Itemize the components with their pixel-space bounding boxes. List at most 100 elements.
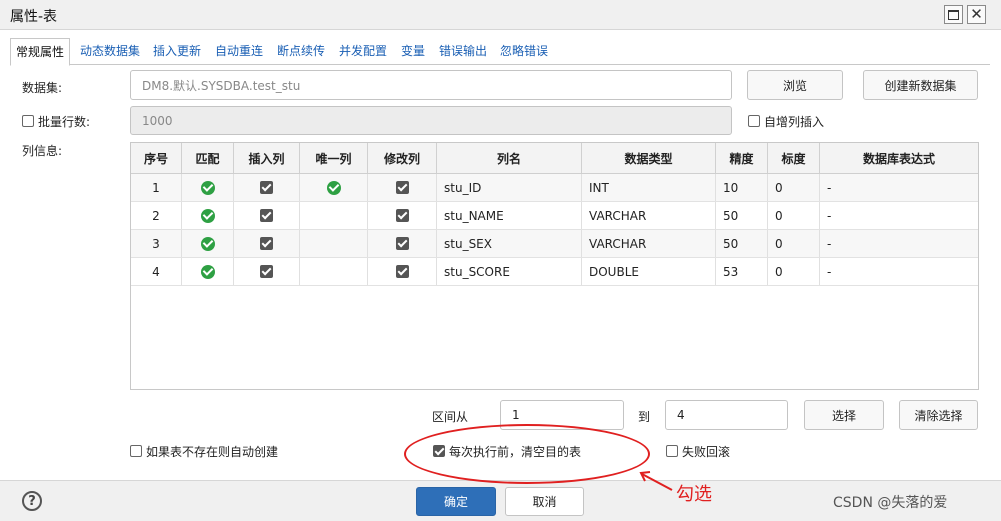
insert-cell[interactable] xyxy=(234,202,300,229)
modify-checkbox[interactable] xyxy=(395,237,409,250)
tab-ignore-errors[interactable]: 忽略错误 xyxy=(500,38,548,65)
highlight-ellipse xyxy=(404,424,650,484)
insert-checkbox[interactable] xyxy=(260,209,273,222)
create-dataset-button[interactable]: 创建新数据集 xyxy=(863,70,978,100)
browse-button[interactable]: 浏览 xyxy=(747,70,843,100)
select-button[interactable]: 选择 xyxy=(804,400,884,430)
header-scale[interactable]: 标度 xyxy=(768,143,820,173)
expression-cell[interactable]: - xyxy=(820,230,978,257)
range-from-label: 区间从 xyxy=(432,410,469,424)
modify-cell[interactable] xyxy=(368,202,437,229)
unique-cell[interactable] xyxy=(300,258,368,285)
window-title: 属性-表 xyxy=(10,9,58,25)
annotation-arrow-icon xyxy=(639,471,673,491)
tab-general[interactable]: 常规属性 xyxy=(10,38,71,66)
batch-rows-field[interactable]: 1000 xyxy=(130,106,732,135)
column-name-cell: stu_NAME xyxy=(437,202,582,229)
column-name-cell: stu_ID xyxy=(437,174,582,201)
unique-cell[interactable] xyxy=(300,202,368,229)
table-row[interactable]: 3 stu_SEX VARCHAR 50 0 - xyxy=(131,230,978,258)
precision-cell: 50 xyxy=(716,230,768,257)
auto-create-label: 如果表不存在则自动创建 xyxy=(146,445,279,459)
expression-cell[interactable]: - xyxy=(820,258,978,285)
autoinc-insert-checkbox[interactable] xyxy=(748,115,760,127)
header-index[interactable]: 序号 xyxy=(131,143,182,173)
table-row[interactable]: 2 stu_NAME VARCHAR 50 0 - xyxy=(131,202,978,230)
modify-checkbox[interactable] xyxy=(395,265,409,278)
tab-variables[interactable]: 变量 xyxy=(401,38,425,65)
help-icon[interactable]: ? xyxy=(22,491,42,511)
green-check-icon xyxy=(200,180,215,195)
modify-checkbox[interactable] xyxy=(395,209,409,222)
insert-checkbox[interactable] xyxy=(260,181,273,194)
batch-rows-label: 批量行数: xyxy=(38,115,91,129)
data-type-cell: VARCHAR xyxy=(582,202,716,229)
maximize-icon xyxy=(948,9,959,20)
header-match[interactable]: 匹配 xyxy=(182,143,234,173)
data-type-cell: INT xyxy=(582,174,716,201)
insert-cell[interactable] xyxy=(234,230,300,257)
modify-checkbox[interactable] xyxy=(395,181,409,194)
match-cell xyxy=(182,174,234,201)
data-type-cell: VARCHAR xyxy=(582,230,716,257)
ok-button[interactable]: 确定 xyxy=(416,487,496,516)
tab-auto-reconnect[interactable]: 自动重连 xyxy=(215,38,263,65)
unique-cell[interactable] xyxy=(300,174,368,201)
green-check-icon xyxy=(326,180,341,195)
row-index: 4 xyxy=(131,258,182,285)
cancel-button[interactable]: 取消 xyxy=(505,487,584,516)
scale-cell: 0 xyxy=(768,258,820,285)
dataset-field[interactable]: DM8.默认.SYSDBA.test_stu xyxy=(130,70,732,100)
range-to-field[interactable]: 4 xyxy=(665,400,788,430)
header-column-name[interactable]: 列名 xyxy=(437,143,582,173)
insert-checkbox[interactable] xyxy=(260,265,273,278)
row-index: 3 xyxy=(131,230,182,257)
header-precision[interactable]: 精度 xyxy=(716,143,768,173)
tab-insert-update[interactable]: 插入更新 xyxy=(153,38,201,65)
clear-selection-button[interactable]: 清除选择 xyxy=(899,400,978,430)
header-unique[interactable]: 唯一列 xyxy=(300,143,368,173)
column-name-cell: stu_SCORE xyxy=(437,258,582,285)
header-insert[interactable]: 插入列 xyxy=(234,143,300,173)
auto-create-checkbox[interactable] xyxy=(130,445,142,457)
match-cell xyxy=(182,258,234,285)
green-check-icon xyxy=(200,208,215,223)
insert-cell[interactable] xyxy=(234,258,300,285)
tab-bar: 常规属性 动态数据集 插入更新 自动重连 断点续传 并发配置 变量 错误输出 忽… xyxy=(10,38,990,66)
scale-cell: 0 xyxy=(768,230,820,257)
table-row[interactable]: 4 stu_SCORE DOUBLE 53 0 - xyxy=(131,258,978,286)
maximize-button[interactable] xyxy=(944,5,963,24)
row-index: 1 xyxy=(131,174,182,201)
column-grid: 序号 匹配 插入列 唯一列 修改列 列名 数据类型 精度 标度 数据库表达式 1… xyxy=(130,142,979,390)
tab-dynamic-dataset[interactable]: 动态数据集 xyxy=(80,38,140,65)
modify-cell[interactable] xyxy=(368,258,437,285)
expression-cell[interactable]: - xyxy=(820,174,978,201)
row-index: 2 xyxy=(131,202,182,229)
expression-cell[interactable]: - xyxy=(820,202,978,229)
rollback-checkbox[interactable] xyxy=(666,445,678,457)
autoinc-insert-label: 自增列插入 xyxy=(764,115,825,129)
precision-cell: 10 xyxy=(716,174,768,201)
tab-concurrency[interactable]: 并发配置 xyxy=(339,38,387,65)
insert-checkbox[interactable] xyxy=(260,237,273,250)
table-row[interactable]: 1 stu_ID INT 10 0 - xyxy=(131,174,978,202)
insert-cell[interactable] xyxy=(234,174,300,201)
rollback-label: 失败回滚 xyxy=(682,445,731,459)
dataset-label: 数据集: xyxy=(22,81,63,95)
tab-error-output[interactable]: 错误输出 xyxy=(439,38,487,65)
green-check-icon xyxy=(200,236,215,251)
precision-cell: 53 xyxy=(716,258,768,285)
header-data-type[interactable]: 数据类型 xyxy=(582,143,716,173)
header-modify[interactable]: 修改列 xyxy=(368,143,437,173)
title-bar: 属性-表 ✕ xyxy=(0,0,1001,30)
tab-resume[interactable]: 断点续传 xyxy=(277,38,325,65)
modify-cell[interactable] xyxy=(368,174,437,201)
header-db-expression[interactable]: 数据库表达式 xyxy=(820,143,978,173)
modify-cell[interactable] xyxy=(368,230,437,257)
data-type-cell: DOUBLE xyxy=(582,258,716,285)
match-cell xyxy=(182,202,234,229)
green-check-icon xyxy=(200,264,215,279)
unique-cell[interactable] xyxy=(300,230,368,257)
close-button[interactable]: ✕ xyxy=(967,5,986,24)
batch-rows-checkbox[interactable] xyxy=(22,115,34,127)
